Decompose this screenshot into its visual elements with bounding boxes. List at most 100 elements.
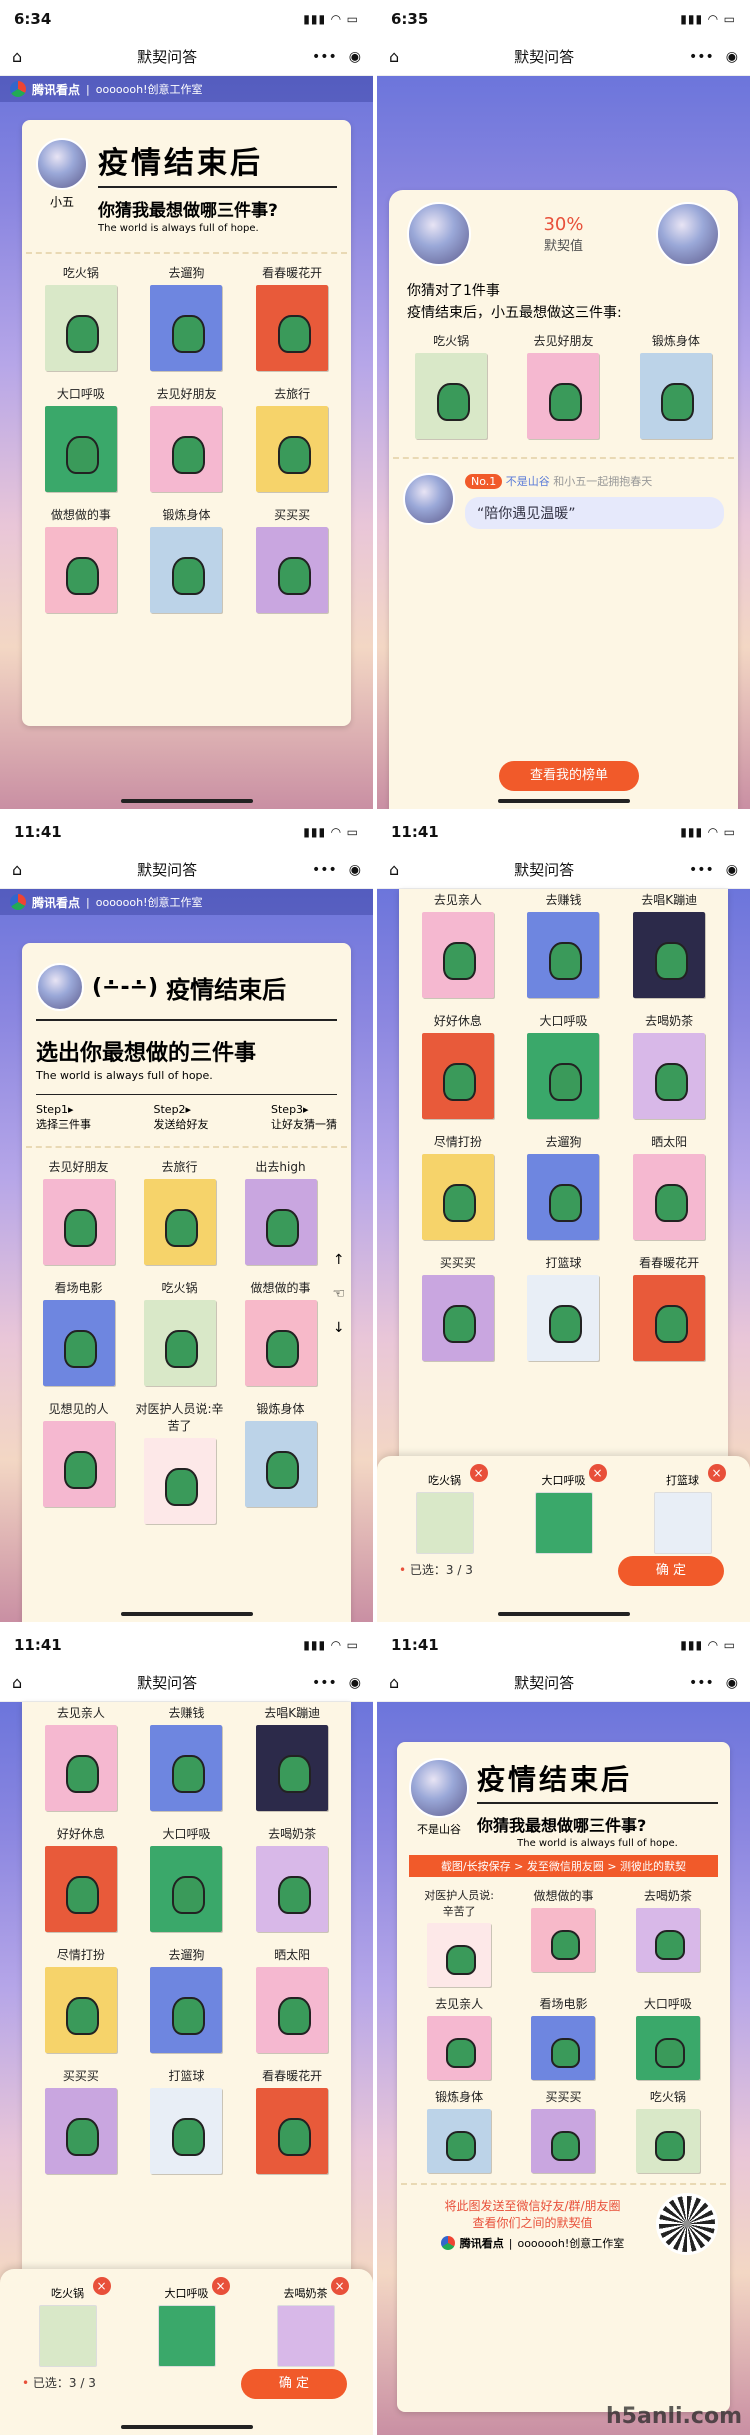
list-item[interactable]: 买买买	[28, 2067, 134, 2174]
list-item[interactable]: 大口呼吸	[28, 385, 134, 492]
hand-icon[interactable]: ☜	[332, 1277, 345, 1311]
remove-icon[interactable]: ×	[469, 1464, 488, 1482]
list-item[interactable]: 锻炼身体	[230, 1400, 331, 1524]
list-item[interactable]: 出去high	[230, 1158, 331, 1265]
item-illustration	[256, 1725, 329, 1811]
home-icon[interactable]: ⌂	[389, 1673, 399, 1692]
list-item: 去见亲人	[407, 1995, 511, 2080]
close-circle-icon[interactable]: ◉	[349, 862, 361, 878]
item-grid: 对医护人员说:辛苦了 做想做的事 去喝奶茶 去见亲人 看场电影 大口呼吸 锻炼身…	[397, 1877, 730, 2173]
list-item[interactable]: 去唱K蹦迪	[616, 891, 722, 998]
more-icon[interactable]: •••	[689, 862, 714, 878]
arrow-down-icon[interactable]: ↓	[332, 1311, 345, 1345]
list-item[interactable]: 去见亲人	[405, 891, 511, 998]
list-item[interactable]: 去见好朋友	[134, 385, 240, 492]
close-circle-icon[interactable]: ◉	[726, 862, 738, 878]
list-item[interactable]: 看春暖花开	[239, 264, 345, 371]
item-illustration	[256, 1967, 329, 2053]
list-item[interactable]: 去遛狗	[134, 264, 240, 371]
list-item[interactable]: 打篮球	[511, 1254, 617, 1361]
status-bar: 11:41 ▮▮▮ ◠ ▭	[0, 813, 373, 851]
list-item[interactable]: 对医护人员说:辛苦了	[129, 1400, 230, 1524]
list-item[interactable]: 打篮球	[134, 2067, 240, 2174]
more-icon[interactable]: •••	[312, 49, 337, 65]
item-illustration	[244, 1300, 317, 1386]
list-item[interactable]: 去见好朋友	[28, 1158, 129, 1265]
remove-icon[interactable]: ×	[588, 1464, 607, 1482]
list-item[interactable]: 去喝奶茶	[239, 1825, 345, 1932]
close-circle-icon[interactable]: ◉	[349, 1675, 361, 1691]
arrow-up-icon[interactable]: ↑	[332, 1243, 345, 1277]
list-item[interactable]: 去赚钱	[511, 891, 617, 998]
list-item[interactable]: 去唱K蹦迪	[239, 1704, 345, 1811]
more-icon[interactable]: •••	[312, 1675, 337, 1691]
home-icon[interactable]: ⌂	[12, 47, 22, 66]
more-icon[interactable]: •••	[689, 1675, 714, 1691]
home-icon[interactable]: ⌂	[389, 47, 399, 66]
list-item[interactable]: 尽情打扮	[405, 1133, 511, 1240]
item-list-card: 去见亲人 去赚钱 去唱K蹦迪 好好休息 大口呼吸 去喝奶茶 尽情打扮 去遛狗 晒…	[399, 889, 728, 1489]
list-item[interactable]: 吃火锅	[28, 264, 134, 371]
item-illustration	[38, 2305, 97, 2367]
item-illustration	[633, 1275, 706, 1361]
list-item[interactable]: 去赚钱	[134, 1704, 240, 1811]
home-icon[interactable]: ⌂	[12, 860, 22, 879]
more-icon[interactable]: •••	[312, 862, 337, 878]
list-item[interactable]: 好好休息	[405, 1012, 511, 1119]
list-item[interactable]: 看春暖花开	[616, 1254, 722, 1361]
list-item[interactable]: 大口呼吸	[511, 1012, 617, 1119]
remove-icon[interactable]: ×	[92, 2277, 111, 2295]
nav-title: 默契问答	[137, 861, 198, 879]
list-item[interactable]: 大口呼吸	[134, 1825, 240, 1932]
home-icon[interactable]: ⌂	[389, 860, 399, 879]
result-card: 30% 默契值 你猜对了1件事 疫情结束后，小五最想做这三件事: 吃火锅 去见好…	[389, 190, 738, 809]
view-ranking-button[interactable]: 查看我的榜单	[499, 761, 639, 791]
status-bar: 11:41 ▮▮▮ ◠ ▭	[377, 813, 750, 851]
tencent-logo-icon	[10, 81, 26, 97]
list-item[interactable]: 去旅行	[129, 1158, 230, 1265]
more-icon[interactable]: •••	[689, 49, 714, 65]
avatar	[36, 963, 84, 1011]
list-item[interactable]: 见想见的人	[28, 1400, 129, 1524]
list-item[interactable]: 做想做的事	[230, 1279, 331, 1386]
list-item[interactable]: 晒太阳	[239, 1946, 345, 2053]
home-indicator	[120, 799, 253, 803]
item-illustration	[157, 2305, 216, 2367]
remove-icon[interactable]: ×	[707, 1464, 726, 1482]
remove-icon[interactable]: ×	[211, 2277, 230, 2295]
list-item: 锻炼身体	[407, 2088, 511, 2173]
list-item[interactable]: 晒太阳	[616, 1133, 722, 1240]
list-item[interactable]: 看春暖花开	[239, 2067, 345, 2174]
item-illustration	[415, 1492, 474, 1554]
list-item[interactable]: 去遛狗	[134, 1946, 240, 2053]
status-bar: 11:41 ▮▮▮ ◠ ▭	[377, 1626, 750, 1664]
item-illustration	[527, 1033, 600, 1119]
confirm-button[interactable]: 确 定	[618, 1556, 724, 1586]
list-item[interactable]: 看场电影	[28, 1279, 129, 1386]
item-illustration	[527, 1275, 600, 1361]
close-circle-icon[interactable]: ◉	[726, 49, 738, 65]
remove-icon[interactable]: ×	[330, 2277, 349, 2295]
list-item[interactable]: 去旅行	[239, 385, 345, 492]
list-item[interactable]: 做想做的事	[28, 506, 134, 613]
home-icon[interactable]: ⌂	[12, 1673, 22, 1692]
list-item[interactable]: 买买买	[405, 1254, 511, 1361]
list-item[interactable]: 锻炼身体	[134, 506, 240, 613]
question-card: 小五 疫情结束后 你猜我最想做哪三件事? The world is always…	[22, 120, 351, 726]
list-item[interactable]: 吃火锅	[129, 1279, 230, 1386]
list-item[interactable]: 好好休息	[28, 1825, 134, 1932]
confirm-button[interactable]: 确 定	[241, 2369, 347, 2399]
list-item[interactable]: 买买买	[239, 506, 345, 613]
list-item[interactable]: 去见亲人	[28, 1704, 134, 1811]
avatar	[407, 202, 471, 266]
qr-code-icon	[656, 2193, 718, 2255]
list-item[interactable]: 尽情打扮	[28, 1946, 134, 2053]
close-circle-icon[interactable]: ◉	[726, 1675, 738, 1691]
list-item[interactable]: 去喝奶茶	[616, 1012, 722, 1119]
nav-bar: ⌂ 默契问答 ••• ◉	[0, 1664, 373, 1702]
home-indicator	[120, 1612, 253, 1616]
close-circle-icon[interactable]: ◉	[349, 49, 361, 65]
nav-bar: ⌂ 默契问答 ••• ◉	[377, 38, 750, 76]
list-item[interactable]: 去遛狗	[511, 1133, 617, 1240]
item-list-card: 去见亲人 去赚钱 去唱K蹦迪 好好休息 大口呼吸 去喝奶茶 尽情打扮 去遛狗 晒…	[22, 1702, 351, 2302]
